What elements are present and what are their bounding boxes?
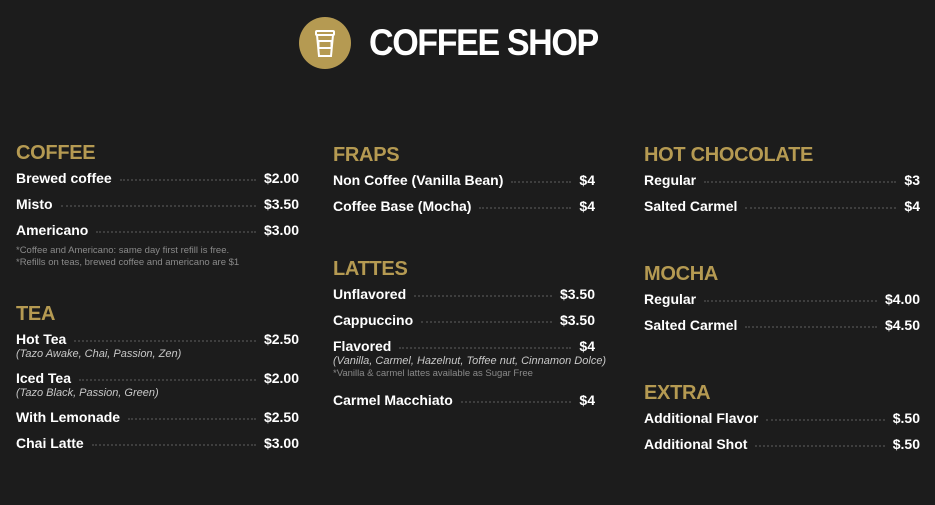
item-name: With Lemonade [16, 409, 121, 425]
leader-dots [745, 326, 877, 328]
item-price: $3 [904, 172, 920, 188]
item-name: Regular [644, 172, 697, 188]
item-name: Carmel Macchiato [333, 392, 453, 408]
item-description: (Tazo Awake, Chai, Passion, Zen) [16, 348, 182, 360]
item-name: Regular [644, 291, 697, 307]
item-name: Additional Shot [644, 436, 748, 452]
section-title-lattes: LATTES [333, 258, 408, 280]
menu-item: Additional Shot $.50 [644, 435, 920, 453]
menu-item: Carmel Macchiato $4 [333, 391, 595, 409]
item-name: Hot Tea [16, 331, 67, 347]
menu-item: With Lemonade $2.50 [16, 408, 299, 426]
menu-item: Flavored $4 (Vanilla, Carmel, Hazelnut, T… [333, 337, 607, 380]
menu-item: Hot Tea $2.50 (Tazo Awake, Chai, Passion,… [16, 330, 299, 361]
section-title-mocha: MOCHA [644, 263, 719, 285]
menu-item: Iced Tea $2.00 (Tazo Black, Passion, Gree… [16, 369, 299, 400]
leader-dots [96, 231, 256, 233]
leader-dots [766, 419, 885, 421]
leader-dots [511, 181, 572, 183]
item-price: $4 [579, 392, 595, 408]
leader-dots [414, 295, 552, 297]
menu-item: Regular $3 [644, 171, 920, 189]
item-name: Misto [16, 196, 53, 212]
item-name: Cappuccino [333, 312, 414, 328]
leader-dots [704, 300, 877, 302]
leader-dots [91, 444, 256, 446]
item-price: $3.00 [263, 435, 299, 451]
item-price: $3.50 [559, 312, 595, 328]
leader-dots [119, 179, 256, 181]
leader-dots [704, 181, 897, 183]
item-price: $3.50 [263, 196, 299, 212]
footnote: *Refills on teas, brewed coffee and amer… [16, 257, 240, 268]
item-price: $4 [579, 172, 595, 188]
coffee-cup-icon [299, 17, 352, 69]
item-price: $2.00 [263, 170, 299, 186]
item-price: $3.50 [559, 286, 595, 302]
menu-item: Coffee Base (Mocha) $4 [333, 197, 595, 215]
menu-item: Chai Latte $3.00 [16, 434, 299, 452]
section-title-extra: EXTRA [644, 382, 711, 404]
item-price: $.50 [892, 436, 920, 452]
item-description: (Vanilla, Carmel, Hazelnut, Toffee nut, … [333, 355, 607, 367]
leader-dots [399, 347, 572, 349]
section-title-fraps: FRAPS [333, 144, 400, 166]
menu-item: Salted Carmel $4.50 [644, 316, 920, 334]
section-title-coffee: COFFEE [16, 142, 96, 164]
menu-item: Americano $3.00 [16, 221, 299, 239]
item-name: Salted Carmel [644, 198, 738, 214]
leader-dots [128, 418, 256, 420]
menu-item: Brewed coffee $2.00 [16, 169, 299, 187]
menu-item: Regular $4.00 [644, 290, 920, 308]
leader-dots [755, 445, 885, 447]
menu-item: Unflavored $3.50 [333, 285, 595, 303]
menu-item: Salted Carmel $4 [644, 197, 920, 215]
menu-item: Misto $3.50 [16, 195, 299, 213]
item-name: Unflavored [333, 286, 407, 302]
item-name: Flavored [333, 338, 392, 354]
item-price: $4 [579, 338, 595, 354]
item-price: $4.00 [884, 291, 920, 307]
leader-dots [60, 205, 256, 207]
header: COFFEE SHOP [0, 15, 935, 71]
item-name: Americano [16, 222, 89, 238]
item-name: Additional Flavor [644, 410, 759, 426]
item-name: Chai Latte [16, 435, 84, 451]
item-name: Non Coffee (Vanilla Bean) [333, 172, 504, 188]
leader-dots [79, 379, 256, 381]
item-price: $4.50 [884, 317, 920, 333]
item-price: $4 [904, 198, 920, 214]
footnote: *Coffee and Americano: same day first re… [16, 245, 230, 256]
leader-dots [74, 340, 256, 342]
menu-item: Additional Flavor $.50 [644, 409, 920, 427]
item-name: Coffee Base (Mocha) [333, 198, 472, 214]
menu-column-right: HOT CHOCOLATE Regular $3 Salted Carmel $4 … [644, 144, 920, 453]
page-title: COFFEE SHOP [369, 22, 599, 63]
item-price: $4 [579, 198, 595, 214]
leader-dots [745, 207, 897, 209]
item-price: $2.00 [263, 370, 299, 386]
menu-column-middle: FRAPS Non Coffee (Vanilla Bean) $4 Coffee… [333, 144, 607, 409]
footnote: *Vanilla & carmel lattes available as Su… [333, 368, 533, 379]
item-name: Brewed coffee [16, 170, 112, 186]
leader-dots [479, 207, 572, 209]
menu-column-left: COFFEE Brewed coffee $2.00 Misto $3.50 Ame… [16, 142, 299, 452]
item-name: Salted Carmel [644, 317, 738, 333]
menu-item: Cappuccino $3.50 [333, 311, 595, 329]
section-title-tea: TEA [16, 303, 56, 325]
menu-item: Non Coffee (Vanilla Bean) $4 [333, 171, 595, 189]
item-price: $.50 [892, 410, 920, 426]
item-price: $2.50 [263, 409, 299, 425]
leader-dots [421, 321, 552, 323]
item-name: Iced Tea [16, 370, 71, 386]
item-description: (Tazo Black, Passion, Green) [16, 387, 159, 399]
section-title-hot-chocolate: HOT CHOCOLATE [644, 144, 814, 166]
item-price: $2.50 [263, 331, 299, 347]
leader-dots [460, 401, 572, 403]
item-price: $3.00 [263, 222, 299, 238]
